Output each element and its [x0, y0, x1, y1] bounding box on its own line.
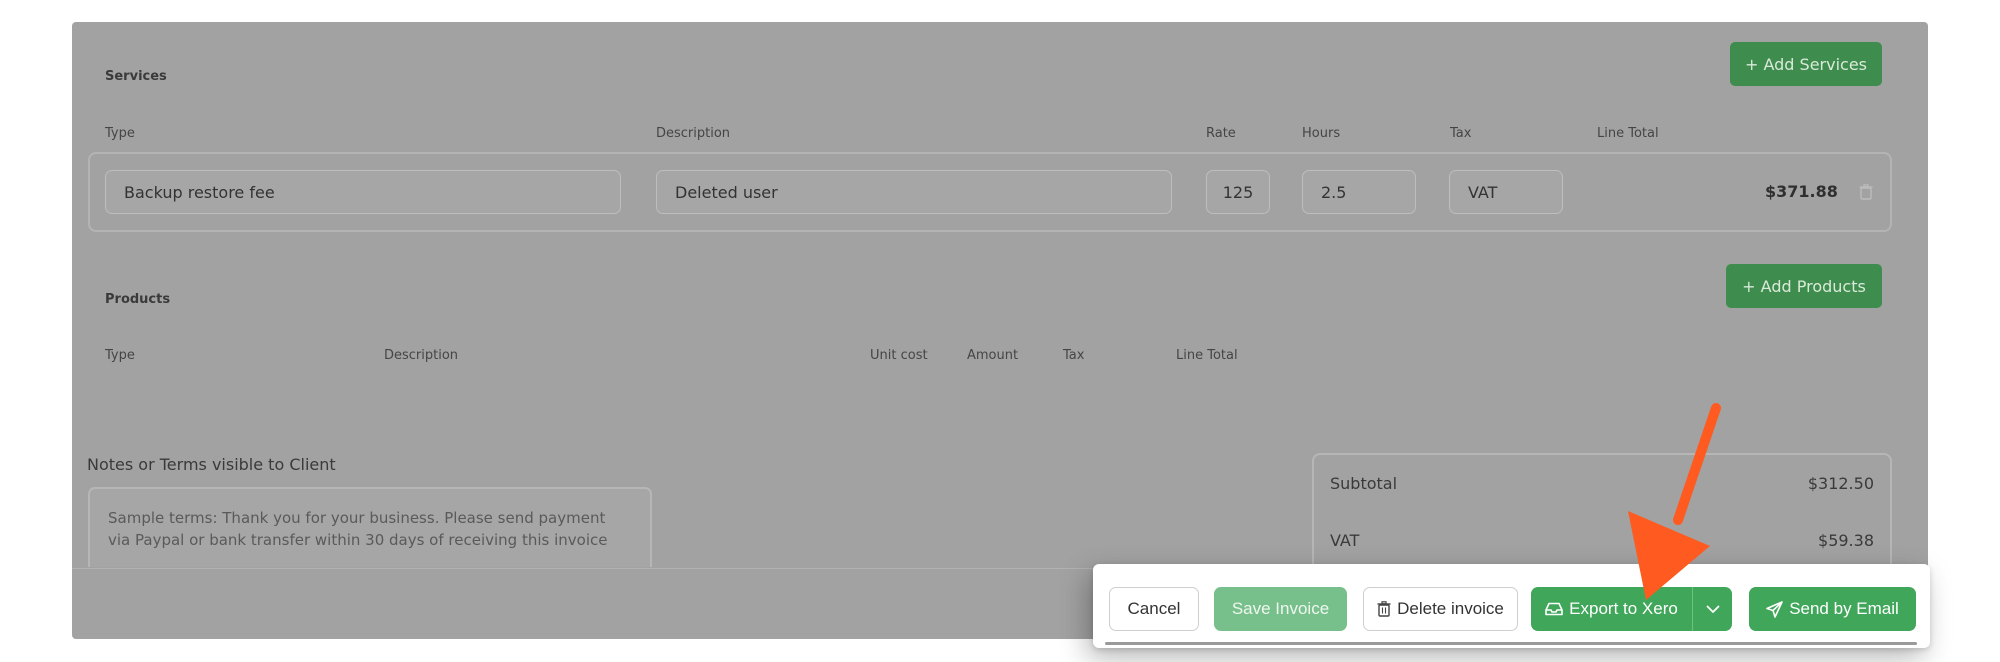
annotation-arrow [1628, 403, 1721, 600]
invoice-edit-page: Services + Add Services Type Description… [0, 0, 2000, 662]
